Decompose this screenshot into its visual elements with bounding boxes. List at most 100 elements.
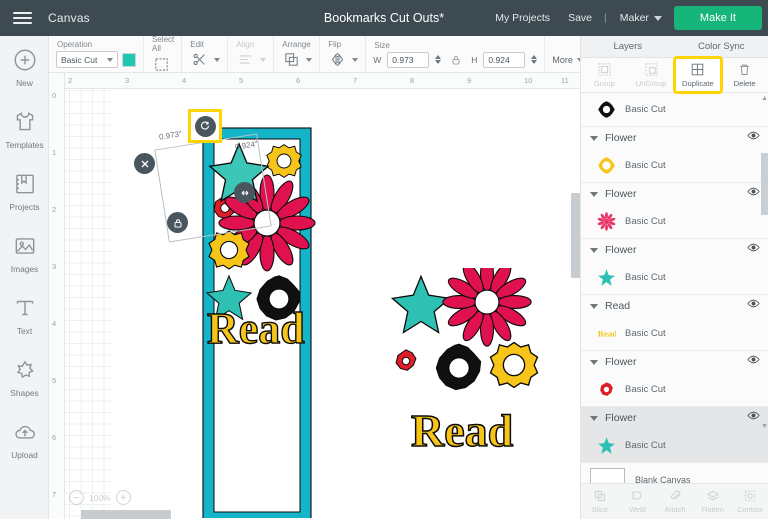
visibility-eye-icon[interactable] bbox=[747, 297, 760, 315]
layer-operation-row[interactable]: Basic Cut bbox=[581, 261, 768, 294]
layer-row[interactable]: Flower Basic Cut bbox=[581, 351, 768, 407]
duplicate-button[interactable]: Duplicate bbox=[672, 56, 724, 94]
layer-operation-row[interactable]: Basic Cut bbox=[581, 205, 768, 238]
design-canvas[interactable]: Read Read 0.973" 0.924" 2 3 4 5 6 7 8 9 … bbox=[49, 73, 580, 519]
expand-triangle-icon[interactable] bbox=[590, 247, 598, 253]
select-all-icon[interactable] bbox=[151, 55, 171, 73]
ruler-h-tick: 2 bbox=[68, 76, 73, 85]
rail-item-shapes[interactable]: Shapes bbox=[0, 355, 49, 417]
hamburger-icon[interactable] bbox=[0, 0, 44, 36]
duplicate-label: Duplicate bbox=[682, 79, 714, 88]
layer-operation-row[interactable]: Read Basic Cut bbox=[581, 317, 768, 350]
layers-list[interactable]: Basic Cut Flower Basic Cut Flower Basic … bbox=[581, 93, 768, 483]
layer-operation-row[interactable]: Basic Cut bbox=[581, 93, 768, 126]
layer-header[interactable]: Flower bbox=[581, 351, 768, 373]
rail-item-templates[interactable]: Templates bbox=[0, 107, 49, 169]
layer-row[interactable]: Read Read Basic Cut bbox=[581, 295, 768, 351]
selection-delete-handle[interactable] bbox=[134, 153, 155, 174]
selection-rotate-handle[interactable] bbox=[188, 109, 222, 143]
vertical-ruler[interactable]: 0 1 2 3 4 5 6 7 bbox=[49, 73, 65, 519]
expand-triangle-icon[interactable] bbox=[590, 191, 598, 197]
machine-selector[interactable]: Maker bbox=[610, 12, 666, 24]
rail-item-text[interactable]: Text bbox=[0, 293, 49, 355]
expand-triangle-icon[interactable] bbox=[590, 135, 598, 141]
selection-resize-handle[interactable] bbox=[234, 182, 255, 203]
rotate-handle-button[interactable] bbox=[194, 115, 216, 137]
ungroup-icon bbox=[645, 63, 658, 76]
vertical-scrollbar[interactable] bbox=[571, 193, 580, 278]
expand-triangle-icon[interactable] bbox=[590, 359, 598, 365]
layer-row[interactable]: Flower Basic Cut bbox=[581, 183, 768, 239]
save-button[interactable]: Save bbox=[559, 12, 601, 24]
chevron-down-icon[interactable] bbox=[352, 57, 359, 62]
height-stepper[interactable] bbox=[531, 55, 538, 64]
teal-star-flower-loose[interactable] bbox=[390, 274, 452, 334]
chevron-down-icon bbox=[260, 57, 267, 62]
blank-canvas-row[interactable]: Blank Canvas bbox=[581, 463, 768, 483]
visibility-eye-icon[interactable] bbox=[747, 129, 760, 147]
rail-item-new[interactable]: New bbox=[0, 45, 49, 107]
blank-canvas-swatch[interactable] bbox=[590, 468, 625, 483]
layer-name: Read bbox=[605, 300, 631, 312]
visibility-eye-icon[interactable] bbox=[747, 353, 760, 371]
layer-header[interactable]: Flower bbox=[581, 239, 768, 261]
make-it-button[interactable]: Make It bbox=[673, 6, 762, 30]
layers-scroll-up-arrow[interactable]: ▲ bbox=[761, 95, 768, 102]
loose-shapes-artwork[interactable]: Read bbox=[379, 268, 569, 468]
flip-group: Flip bbox=[320, 36, 367, 72]
layers-scrollbar[interactable] bbox=[761, 153, 768, 215]
delete-button[interactable]: Delete bbox=[721, 58, 768, 92]
small-red-flower-loose[interactable] bbox=[395, 349, 417, 371]
yellow-ring-flower[interactable] bbox=[266, 144, 302, 178]
layer-header[interactable]: Flower bbox=[581, 407, 768, 429]
arrange-icon[interactable] bbox=[281, 51, 301, 69]
selection-lock-handle[interactable] bbox=[167, 212, 188, 233]
layer-row[interactable]: Flower Basic Cut bbox=[581, 239, 768, 295]
chevron-down-icon[interactable] bbox=[306, 57, 313, 62]
read-text-loose[interactable]: Read bbox=[410, 404, 514, 457]
width-input[interactable]: 0.973 bbox=[387, 51, 430, 68]
layer-header[interactable]: Read bbox=[581, 295, 768, 317]
width-stepper[interactable] bbox=[435, 55, 442, 64]
expand-triangle-icon[interactable] bbox=[590, 303, 598, 309]
tab-layers[interactable]: Layers bbox=[581, 36, 675, 57]
my-projects-link[interactable]: My Projects bbox=[486, 12, 559, 24]
height-input[interactable]: 0.924 bbox=[483, 51, 526, 68]
layer-tools-bar: Slice Weld Attach Flatten Contour bbox=[581, 483, 768, 519]
layer-row[interactable]: Flower Basic Cut bbox=[581, 127, 768, 183]
layer-operation-row[interactable]: Basic Cut bbox=[581, 373, 768, 406]
layer-operation-row[interactable]: Basic Cut bbox=[581, 149, 768, 182]
zoom-out-button[interactable]: − bbox=[69, 490, 84, 505]
layer-header[interactable]: Flower bbox=[581, 127, 768, 149]
rail-item-projects[interactable]: Projects bbox=[0, 169, 49, 231]
tab-color-sync[interactable]: Color Sync bbox=[675, 36, 768, 57]
read-text-bookmark[interactable]: Read bbox=[206, 303, 305, 353]
layer-header[interactable]: Flower bbox=[581, 183, 768, 205]
rail-item-upload[interactable]: Upload bbox=[0, 417, 49, 479]
rail-item-images[interactable]: Images bbox=[0, 231, 49, 293]
zoom-in-button[interactable]: + bbox=[115, 490, 131, 505]
layer-name: Flower bbox=[605, 412, 637, 424]
aspect-lock-toggle[interactable] bbox=[450, 54, 462, 66]
yellow-ring-flower-2[interactable] bbox=[208, 230, 250, 270]
layer-row[interactable]: Basic Cut bbox=[581, 93, 768, 127]
layer-row-selected[interactable]: Flower Basic Cut bbox=[581, 407, 768, 463]
chevron-down-icon[interactable] bbox=[214, 57, 221, 62]
visibility-eye-icon[interactable] bbox=[747, 409, 760, 427]
horizontal-scrollbar[interactable] bbox=[81, 510, 171, 519]
black-flower-loose[interactable] bbox=[435, 343, 482, 391]
select-all-group: Select All bbox=[144, 35, 183, 73]
operation-select[interactable]: Basic Cut bbox=[56, 51, 118, 68]
horizontal-ruler[interactable]: 2 3 4 5 6 7 8 9 10 11 bbox=[49, 73, 580, 89]
expand-triangle-icon[interactable] bbox=[590, 415, 598, 421]
layer-operation-row[interactable]: Basic Cut bbox=[581, 429, 768, 462]
more-button[interactable]: More bbox=[552, 55, 583, 65]
visibility-eye-icon[interactable] bbox=[747, 185, 760, 203]
layers-scroll-down-arrow[interactable]: ▼ bbox=[761, 423, 768, 430]
operation-color-swatch[interactable] bbox=[122, 52, 136, 67]
crimson-daisy-loose[interactable] bbox=[442, 268, 532, 347]
visibility-eye-icon[interactable] bbox=[747, 241, 760, 259]
scissors-icon[interactable] bbox=[189, 51, 209, 69]
yellow-ring-flower-loose[interactable] bbox=[489, 341, 539, 389]
flip-icon[interactable] bbox=[327, 51, 347, 69]
